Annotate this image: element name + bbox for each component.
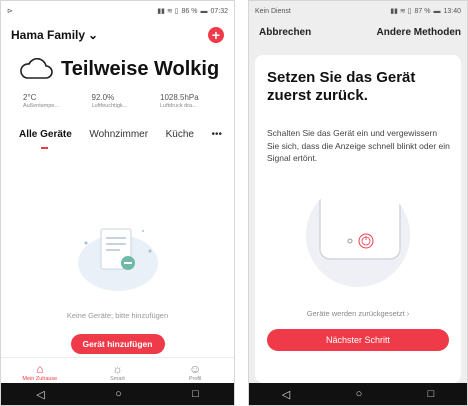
status-bar: Kein Dienst ▮▮ ≋ ▯ 87 % ▬ 13:40 [249, 1, 467, 21]
status-indicator: ⊳ [7, 8, 13, 15]
home-button-icon[interactable]: ○ [356, 388, 363, 400]
cloud-icon [20, 58, 53, 79]
add-icon[interactable]: + [208, 27, 224, 43]
signal-icon: ▮▮ ≋ ▯ [390, 8, 412, 15]
empty-message: Keine Geräte; bitte hinzufügen [66, 311, 169, 320]
battery-text: 86 % [181, 7, 198, 15]
nav-profile[interactable]: ☺ Profil [165, 358, 225, 385]
battery-icon: ▬ [433, 7, 441, 15]
device-illustration [306, 183, 410, 287]
back-icon[interactable]: ◁ [282, 388, 290, 401]
system-navigation: ◁ ○ □ [1, 383, 234, 405]
reset-card: Setzen Sie das Gerät zuerst zurück. Scha… [255, 55, 461, 383]
home-icon: ⌂ [36, 361, 44, 376]
metric-pressure: 1028.5hPa Luftdruck dra... [160, 93, 199, 109]
bottom-navigation: ⌂ Mein Zuhause ☼ Smart ☺ Profil [1, 357, 234, 385]
system-navigation: ◁ ○ □ [249, 383, 467, 405]
add-device-button[interactable]: Gerät hinzufügen [70, 334, 165, 354]
reset-device-screen: Kein Dienst ▮▮ ≋ ▯ 87 % ▬ 13:40 Abbreche… [248, 0, 468, 406]
home-button-icon[interactable]: ○ [115, 388, 122, 400]
recents-icon[interactable]: □ [192, 388, 199, 400]
battery-text: 87 % [414, 7, 431, 15]
reset-info-link[interactable]: Geräte werden zurückgesetzt › [255, 309, 461, 318]
weather-summary: Teilweise Wolkig [19, 51, 226, 87]
chevron-right-icon: › [406, 309, 410, 318]
family-selector[interactable]: Hama Family ⌄ [11, 28, 98, 42]
metric-humidity: 92.0% Luftfeuchtigk... [91, 93, 128, 109]
reset-header: Abbrechen Andere Methoden [259, 27, 461, 38]
more-icon[interactable]: ••• [211, 129, 222, 140]
sun-icon: ☼ [111, 361, 123, 376]
card-description: Schalten Sie das Gerät ein und vergewiss… [267, 128, 450, 163]
battery-icon: ▬ [200, 7, 208, 15]
profile-icon: ☺ [189, 361, 202, 376]
weather-condition: Teilweise Wolkig [61, 57, 220, 80]
clock: 13:40 [443, 7, 461, 15]
clock: 07:32 [210, 7, 228, 15]
recents-icon[interactable]: □ [428, 388, 435, 400]
cancel-button[interactable]: Abbrechen [259, 27, 311, 38]
carrier-text: Kein Dienst [255, 7, 291, 15]
status-bar: ⊳ ▮▮ ≋ ▯ 86 % ▬ 07:32 [1, 1, 234, 21]
card-title: Setzen Sie das Gerät zuerst zurück. [267, 69, 416, 104]
next-step-button[interactable]: Nächster Schritt [267, 329, 449, 351]
weather-metrics: 2°C Außentempe... 92.0% Luftfeuchtigk...… [23, 93, 224, 109]
empty-devices-illustration [77, 228, 158, 291]
back-icon[interactable]: ◁ [36, 388, 44, 401]
nav-home[interactable]: ⌂ Mein Zuhause [10, 358, 70, 385]
tab-living-room[interactable]: Wohnzimmer [89, 129, 148, 140]
chevron-down-icon: ⌄ [88, 28, 99, 42]
metric-temperature: 2°C Außentempe... [23, 93, 60, 109]
tab-all-devices[interactable]: Alle Geräte [19, 129, 72, 149]
room-tabs: Alle Geräte Wohnzimmer Küche ••• [19, 129, 222, 149]
tab-kitchen[interactable]: Küche [166, 129, 194, 140]
home-screen: ⊳ ▮▮ ≋ ▯ 86 % ▬ 07:32 Hama Family ⌄ + Te… [0, 0, 235, 406]
other-methods-button[interactable]: Andere Methoden [377, 27, 461, 38]
nav-smart[interactable]: ☼ Smart [87, 358, 147, 385]
signal-icon: ▮▮ ≋ ▯ [157, 8, 179, 15]
home-header: Hama Family ⌄ + [11, 25, 224, 45]
family-name: Hama Family [11, 28, 86, 42]
